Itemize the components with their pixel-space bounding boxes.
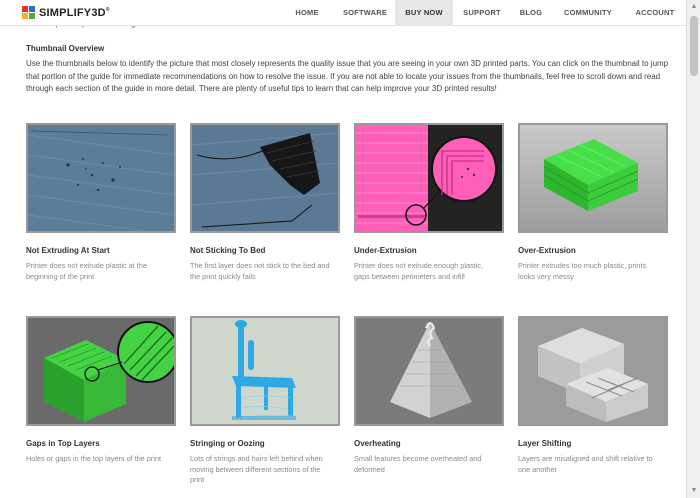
scroll-down-arrow-icon[interactable]: ▼ [687, 484, 700, 498]
vertical-scrollbar[interactable]: ▲ ▼ [686, 0, 700, 498]
logo-mark-icon [22, 6, 36, 20]
card-title[interactable]: Not Sticking To Bed [190, 246, 265, 255]
section-title: Thumbnail Overview [26, 44, 105, 53]
nav-account[interactable]: ACCOUNT [625, 0, 685, 26]
top-navigation-bar: SIMPLIFY3D® HOME SOFTWARE BUY NOW SUPPOR… [0, 0, 686, 26]
nav-support[interactable]: SUPPORT [453, 0, 511, 26]
card-description: Small features become overheated and def… [354, 454, 482, 474]
scroll-up-arrow-icon[interactable]: ▲ [687, 0, 700, 14]
card-description: The first layer does not stick to the be… [190, 261, 330, 281]
logo-text: SIMPLIFY3D® [39, 7, 110, 19]
nav-home[interactable]: HOME [279, 0, 335, 26]
card-title[interactable]: Overheating [354, 439, 401, 448]
peeling-black-print-image[interactable] [190, 123, 340, 233]
grey-pyramid-image[interactable] [354, 316, 504, 426]
card-title[interactable]: Under-Extrusion [354, 246, 417, 255]
nav-community[interactable]: COMMUNITY [551, 0, 625, 26]
grey-shifted-boxes-image[interactable] [518, 316, 668, 426]
card-description: Printer does not extrude enough plastic,… [354, 261, 483, 281]
green-cube-top-gaps-image[interactable] [26, 316, 176, 426]
card-title[interactable]: Layer Shifting [518, 439, 571, 448]
blue-tape-bed-image[interactable] [26, 123, 176, 233]
card-description: Printer does not extrude plastic at the … [26, 261, 147, 281]
card-description: Printer extrudes too much plastic, print… [518, 261, 647, 281]
card-description: Layers are misaligned and shift relative… [518, 454, 653, 474]
card-title[interactable]: Over-Extrusion [518, 246, 576, 255]
nav-buy-now[interactable]: BUY NOW [395, 0, 453, 26]
card-title[interactable]: Stringing or Oozing [190, 439, 265, 448]
nav-software[interactable]: SOFTWARE [335, 0, 395, 26]
main-nav: HOME SOFTWARE BUY NOW SUPPORT BLOG COMMU… [279, 0, 685, 26]
nav-blog[interactable]: BLOG [511, 0, 551, 26]
card-description: Holes or gaps in the top layers of the p… [26, 454, 162, 463]
green-overextruded-cube-image[interactable] [518, 123, 668, 233]
simplify3d-logo[interactable]: SIMPLIFY3D® [22, 6, 110, 20]
pink-underextruded-print-image[interactable] [354, 123, 504, 233]
card-title[interactable]: Gaps in Top Layers [26, 439, 100, 448]
intro-paragraph: Use the thumbnails below to identify the… [26, 59, 669, 93]
card-title[interactable]: Not Extruding At Start [26, 246, 110, 255]
card-description: Lots of strings and hairs left behind wh… [190, 454, 323, 484]
scrollbar-thumb[interactable] [690, 16, 698, 76]
blue-chair-strings-image[interactable] [190, 316, 340, 426]
